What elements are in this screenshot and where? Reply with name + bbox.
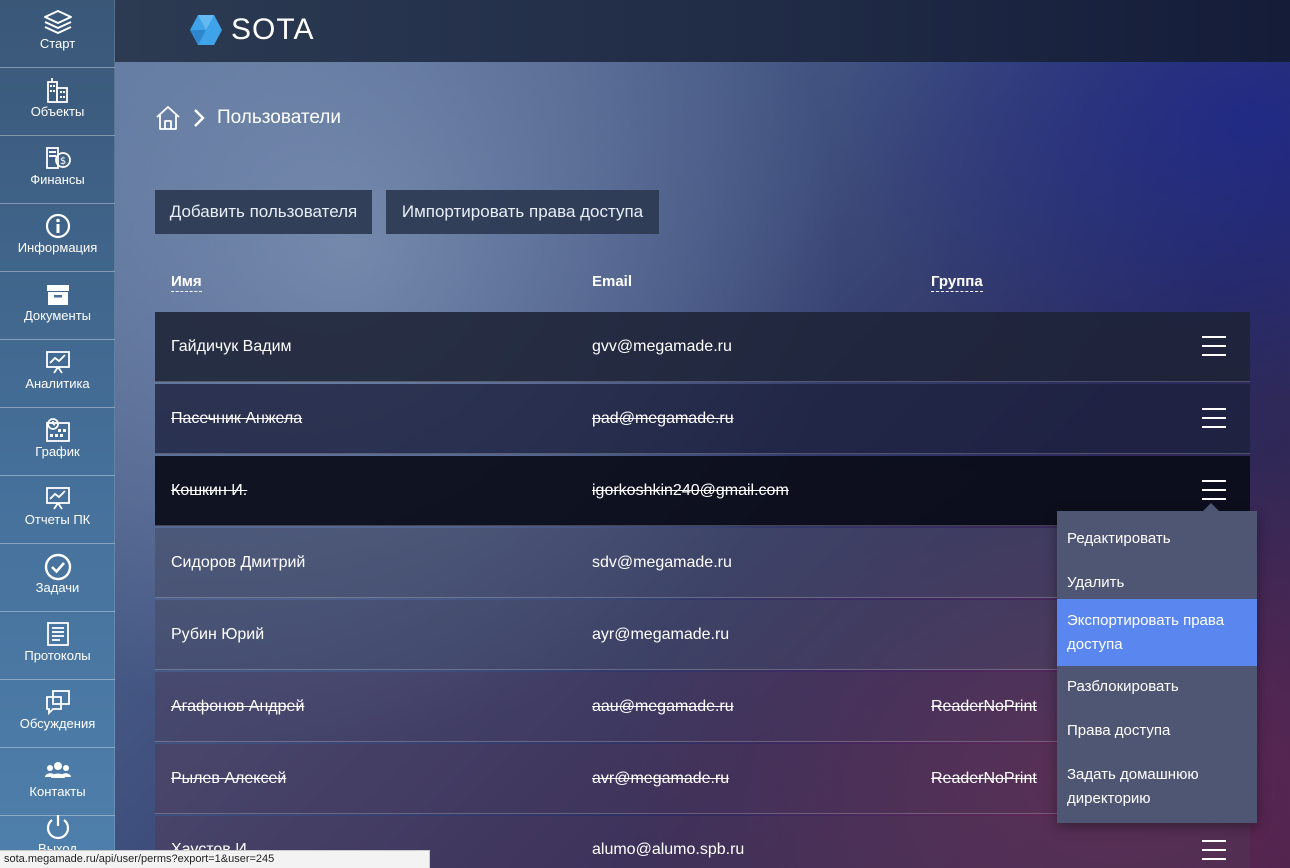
table-row[interactable]: Гайдичук Вадим gvv@megamade.ru xyxy=(155,312,1250,382)
sidebar-item-protocols[interactable]: Протоколы xyxy=(0,612,115,680)
user-name: Пасечник Анжела xyxy=(171,410,303,427)
sidebar-item-label: Старт xyxy=(39,36,76,51)
sidebar-item-label: Документы xyxy=(23,308,91,323)
sidebar-item-tasks[interactable]: Задачи xyxy=(0,544,115,612)
import-permissions-button[interactable]: Импортировать права доступа xyxy=(386,190,659,234)
row-context-menu: Редактировать Удалить Экспортировать пра… xyxy=(1057,503,1257,823)
user-name: Сидоров Дмитрий xyxy=(171,554,306,571)
user-group: ReaderNoPrint xyxy=(931,698,1037,715)
user-email: sdv@megamade.ru xyxy=(592,554,732,571)
sidebar-item-label: График xyxy=(35,444,80,459)
sidebar-item-label: Обсуждения xyxy=(19,716,96,731)
menu-item-unblock[interactable]: Разблокировать xyxy=(1057,667,1257,707)
column-header-email: Email xyxy=(592,273,633,290)
user-email: pad@megamade.ru xyxy=(592,410,734,427)
home-icon[interactable] xyxy=(155,104,181,132)
sidebar-item-label: Задачи xyxy=(35,580,80,595)
sidebar-item-label: Объекты xyxy=(30,104,85,119)
report-board-icon xyxy=(0,484,115,512)
logo[interactable]: SOTA xyxy=(189,13,314,47)
menu-item-export-permissions[interactable]: Экспортировать права доступа xyxy=(1057,599,1257,666)
menu-item-delete[interactable]: Удалить xyxy=(1057,563,1257,603)
row-menu-icon[interactable] xyxy=(1202,336,1226,356)
sidebar-item-analytics[interactable]: Аналитика xyxy=(0,340,115,408)
user-name: Рылев Алексей xyxy=(171,770,287,787)
user-name: Гайдичук Вадим xyxy=(171,338,292,355)
row-menu-icon[interactable] xyxy=(1202,480,1226,500)
user-email: ayr@megamade.ru xyxy=(592,626,730,643)
user-name: Кошкин И. xyxy=(171,482,248,499)
sidebar-item-objects[interactable]: Объекты xyxy=(0,68,115,136)
contacts-group-icon xyxy=(0,756,115,784)
power-icon xyxy=(0,812,115,840)
sidebar-item-label: Аналитика xyxy=(25,376,90,391)
logo-hexagon-icon xyxy=(190,15,222,45)
add-user-button[interactable]: Добавить пользователя xyxy=(155,190,372,234)
sidebar-item-info[interactable]: Информация xyxy=(0,204,115,272)
document-list-icon xyxy=(0,620,115,648)
top-bar: SOTA xyxy=(115,0,1290,62)
table-row[interactable]: Пасечник Анжела pad@megamade.ru xyxy=(155,384,1250,454)
presentation-chart-icon xyxy=(0,348,115,376)
column-header-group[interactable]: Группа xyxy=(931,273,983,292)
user-group: ReaderNoPrint xyxy=(931,770,1037,787)
sidebar-item-documents[interactable]: Документы xyxy=(0,272,115,340)
sidebar-item-finance[interactable]: $ Финансы xyxy=(0,136,115,204)
user-email: avr@megamade.ru xyxy=(592,770,730,787)
svg-text:$: $ xyxy=(59,156,65,167)
sidebar-item-label: Отчеты ПК xyxy=(24,512,91,527)
sidebar-item-discussions[interactable]: Обсуждения xyxy=(0,680,115,748)
sidebar-item-label: Контакты xyxy=(29,784,86,799)
finance-icon: $ xyxy=(0,144,115,172)
info-icon xyxy=(0,212,115,240)
chat-windows-icon xyxy=(0,688,115,716)
sidebar-item-label: Протоколы xyxy=(24,648,91,663)
sidebar: Старт Объекты $ Финансы Информация Докум… xyxy=(0,0,115,868)
sidebar-item-reports[interactable]: Отчеты ПК xyxy=(0,476,115,544)
menu-item-permissions[interactable]: Права доступа xyxy=(1057,711,1257,751)
calendar-schedule-icon xyxy=(0,416,115,444)
sidebar-item-label: Финансы xyxy=(30,172,85,187)
user-email: aau@megamade.ru xyxy=(592,698,734,715)
breadcrumb: Пользователи xyxy=(155,104,341,132)
sidebar-item-schedule[interactable]: График xyxy=(0,408,115,476)
sidebar-item-start[interactable]: Старт xyxy=(0,0,115,68)
user-name: Рубин Юрий xyxy=(171,626,265,643)
row-menu-icon[interactable] xyxy=(1202,840,1226,860)
layers-icon xyxy=(0,8,115,36)
sidebar-item-contacts[interactable]: Контакты xyxy=(0,748,115,816)
sidebar-item-label: Информация xyxy=(17,240,98,255)
page-title: Пользователи xyxy=(217,107,342,128)
user-email: gvv@megamade.ru xyxy=(592,338,732,355)
menu-item-set-home-directory[interactable]: Задать домашнюю директорию xyxy=(1057,755,1257,819)
status-bar-url: sota.megamade.ru/api/user/perms?export=1… xyxy=(0,850,430,868)
menu-item-edit[interactable]: Редактировать xyxy=(1057,519,1257,559)
column-header-name[interactable]: Имя xyxy=(171,273,202,292)
logo-text: SOTA xyxy=(231,13,315,46)
check-circle-icon xyxy=(0,552,115,581)
user-email: alumo@alumo.spb.ru xyxy=(592,841,745,858)
buildings-icon xyxy=(0,76,115,104)
user-email: igorkoshkin240@gmail.com xyxy=(592,482,789,499)
chevron-right-icon xyxy=(194,109,205,127)
row-menu-icon[interactable] xyxy=(1202,408,1226,428)
archive-box-icon xyxy=(0,280,115,308)
user-name: Агафонов Андрей xyxy=(171,698,305,715)
